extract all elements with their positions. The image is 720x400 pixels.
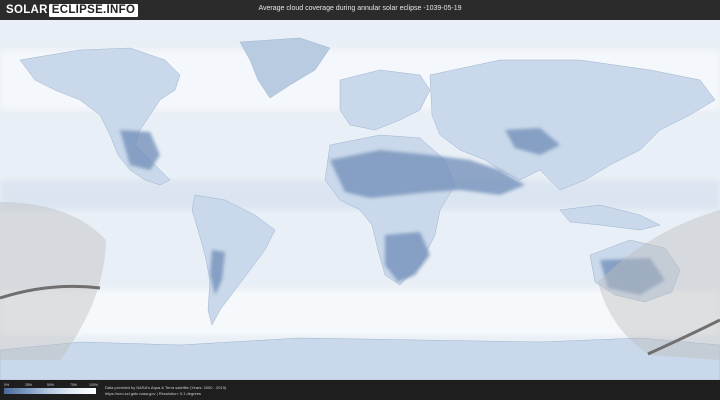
world-map-svg [0, 20, 720, 380]
legend-tick-25: 25% [25, 383, 33, 387]
map-title: Average cloud coverage during annular so… [258, 5, 462, 12]
footer-bar [0, 380, 720, 400]
legend-tick-100: 100% [89, 383, 98, 387]
legend-tick-50: 50% [47, 383, 55, 387]
cloud-coverage-legend [4, 388, 96, 394]
legend-tick-0: 0% [4, 383, 10, 387]
data-credit: Data provided by NASA's Aqua & Terra sat… [105, 385, 227, 390]
legend-tick-75: 75% [70, 383, 78, 387]
antarctica [0, 337, 720, 380]
data-source-link[interactable]: https://neo.sci.gsfc.nasa.gov | Resoluti… [105, 391, 201, 396]
cloud-coverage-map [0, 20, 720, 380]
header-bar: SOLAR ECLIPSE.INFO Average cloud coverag… [0, 0, 720, 20]
